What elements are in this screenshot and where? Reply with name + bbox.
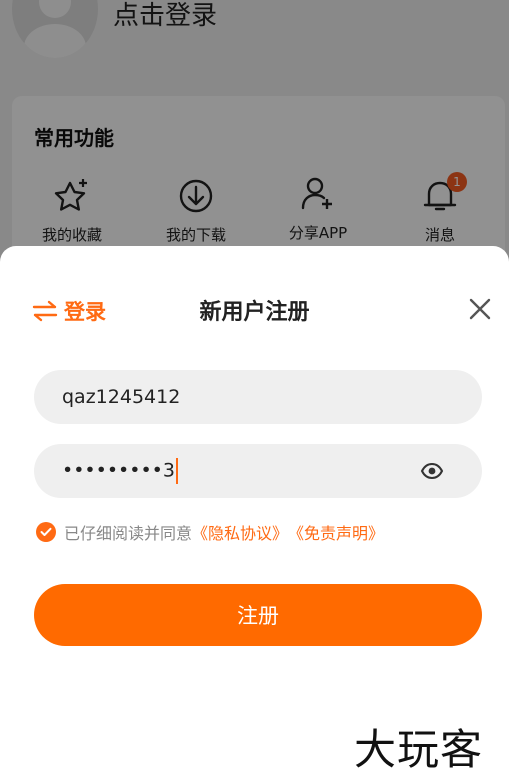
privacy-policy-link[interactable]: 《隐私协议》	[192, 520, 288, 544]
register-button[interactable]: 注册	[34, 584, 482, 646]
close-icon[interactable]	[466, 295, 494, 323]
watermark-logo: 大玩客	[354, 725, 484, 770]
agree-checkbox[interactable]	[36, 522, 56, 542]
eye-icon[interactable]	[420, 460, 444, 482]
password-mask: •••••••••	[62, 459, 163, 482]
password-input[interactable]: •••••••••3	[62, 458, 178, 484]
disclaimer-link[interactable]: 《免责声明》	[288, 520, 384, 544]
username-field[interactable]	[34, 370, 482, 424]
register-sheet: 登录 新用户注册 •••••••••3 已仔细阅读并同意 《隐私协议》 《免责声…	[0, 246, 509, 770]
agreement-text: 已仔细阅读并同意	[64, 524, 193, 543]
text-caret	[175, 458, 178, 484]
password-last-char: 3	[162, 459, 175, 482]
sheet-title: 新用户注册	[199, 300, 310, 325]
check-icon	[40, 527, 52, 536]
password-field[interactable]: •••••••••3	[34, 444, 482, 498]
username-input[interactable]	[62, 386, 392, 408]
agreement-row: 已仔细阅读并同意 《隐私协议》 《免责声明》	[36, 520, 384, 544]
